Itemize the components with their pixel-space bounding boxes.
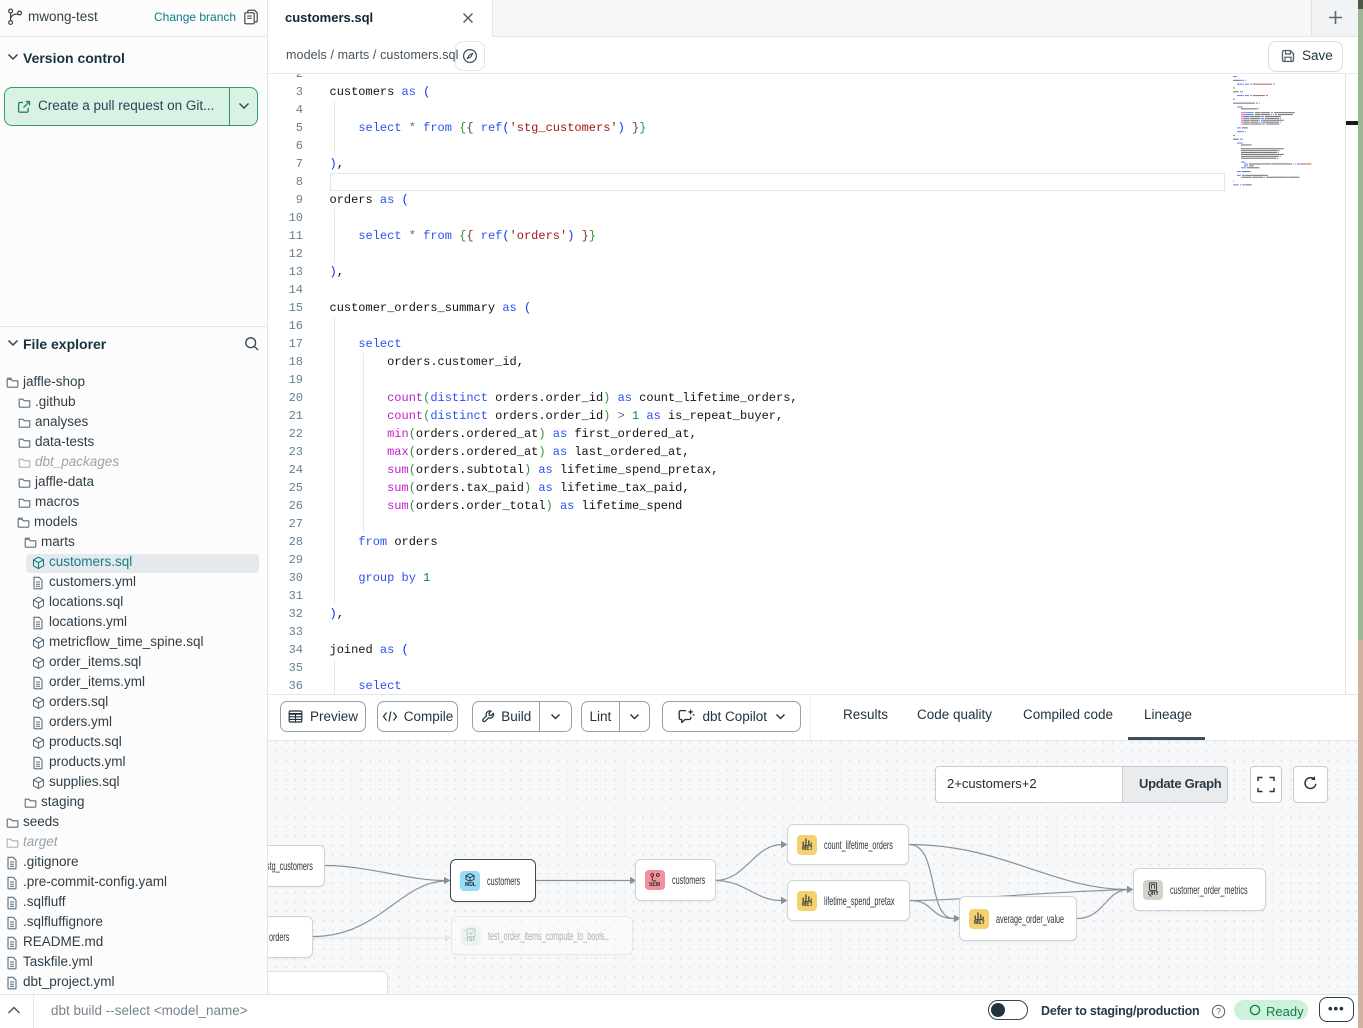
svg-text:?: ?	[1216, 1007, 1221, 1017]
